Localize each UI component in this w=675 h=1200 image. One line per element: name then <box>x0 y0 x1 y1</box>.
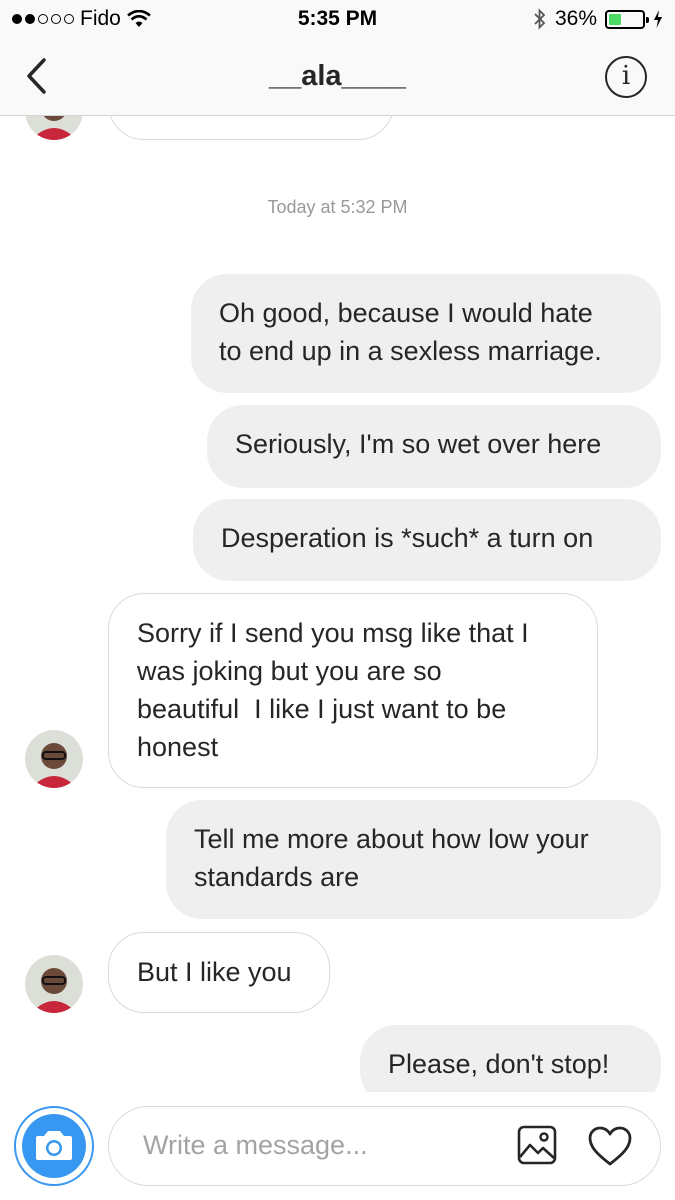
status-bar: Fido 5:35 PM 36% <box>0 0 675 38</box>
avatar[interactable] <box>25 730 83 788</box>
camera-button[interactable] <box>14 1106 94 1186</box>
bluetooth-icon <box>534 8 546 30</box>
message-bubble-sent[interactable]: Tell me more about how low your standard… <box>166 800 661 919</box>
message-thread[interactable]: Today at 5:32 PM Oh good, because I woul… <box>0 0 675 1092</box>
info-button[interactable]: i <box>605 56 647 98</box>
message-bubble-sent[interactable]: Seriously, I'm so wet over here <box>207 405 661 488</box>
conversation-header: __ala____ i <box>0 38 675 116</box>
message-bubble-sent[interactable]: Oh good, because I would hate to end up … <box>191 274 661 393</box>
gallery-button[interactable] <box>517 1125 557 1165</box>
like-button[interactable] <box>587 1125 633 1167</box>
message-bubble-sent[interactable]: Desperation is *such* a turn on <box>193 499 661 581</box>
battery-icon <box>605 9 649 29</box>
charging-bolt-icon <box>654 10 662 28</box>
battery-percent: 36% <box>554 7 597 30</box>
conversation-title: __ala____ <box>268 60 407 92</box>
message-bubble-sent[interactable]: Please, don't stop! <box>360 1025 661 1092</box>
avatar[interactable] <box>25 955 83 1013</box>
battery-fill <box>609 13 621 25</box>
thread-timestamp: Today at 5:32 PM <box>267 197 408 217</box>
chevron-left-icon <box>27 58 46 94</box>
message-bubble-received[interactable]: Sorry if I send you msg like that I was … <box>108 593 598 788</box>
message-composer <box>0 1092 675 1200</box>
gallery-icon <box>517 1125 557 1165</box>
message-input[interactable] <box>143 1107 503 1184</box>
heart-icon <box>588 1126 632 1166</box>
message-bubble-received[interactable]: But I like you <box>108 932 330 1013</box>
status-right: 36% <box>533 7 663 31</box>
camera-icon <box>36 1131 72 1160</box>
message-input-container <box>108 1106 661 1186</box>
back-button[interactable] <box>18 56 58 96</box>
